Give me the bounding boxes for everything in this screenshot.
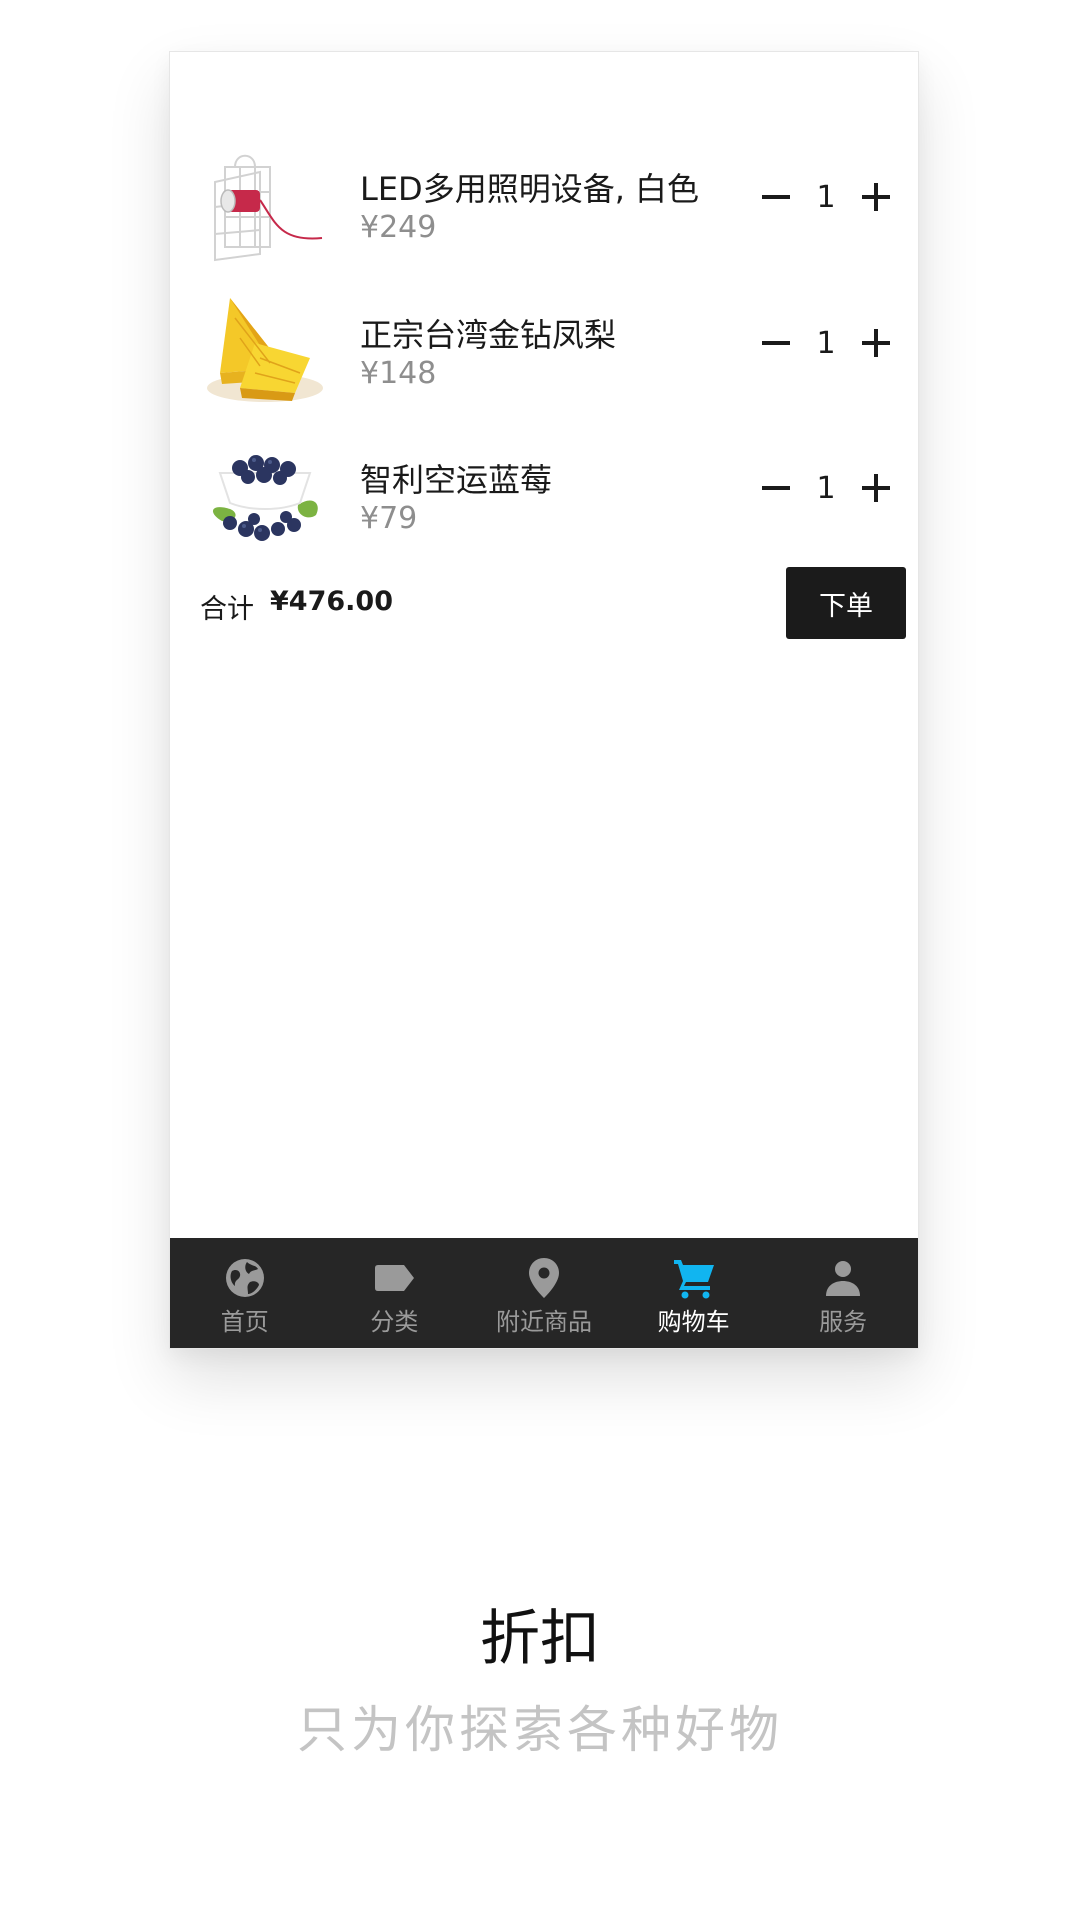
person-icon [821,1256,865,1300]
item-price: ¥79 [360,501,418,536]
item-price: ¥249 [360,210,437,245]
promo-subtitle: 只为你探索各种好物 [297,1701,783,1759]
location-pin-icon [522,1256,566,1300]
total-label: 合计 [200,594,254,625]
total-row: 合计 ¥476.00 下单 [170,567,918,641]
globe-icon [223,1256,267,1300]
blueberry-image [200,433,330,563]
item-name: 正宗台湾金钻凤梨 [360,316,617,354]
tab-service[interactable]: 服务 [768,1238,918,1348]
tab-label: 分类 [370,1308,419,1336]
place-order-button[interactable]: 下单 [786,567,906,639]
phone-screen: LED多用照明设备, 白色 ¥249 1 正宗台湾金钻凤梨 ¥148 1 智利空… [169,51,919,1349]
quantity-value: 1 [816,471,836,506]
plus-icon [862,474,890,502]
promo-title: 折扣 [480,1604,600,1674]
cart-icon [672,1256,716,1300]
tab-cart[interactable]: 购物车 [619,1238,769,1348]
tag-icon [372,1256,416,1300]
tab-label: 购物车 [657,1308,730,1336]
item-name: 智利空运蓝莓 [360,461,553,499]
tab-label: 服务 [819,1308,868,1336]
increase-quantity-button[interactable] [856,318,896,368]
decrease-quantity-button[interactable] [756,318,796,368]
cart-item: LED多用照明设备, 白色 ¥249 1 [170,142,918,282]
lantern-image [200,142,330,272]
pineapple-image [200,288,330,418]
item-name: LED多用照明设备, 白色 [360,170,700,208]
bottom-tab-bar: 首页 分类 附近商品 购物车 服务 [170,1238,918,1348]
quantity-stepper: 1 [756,172,896,222]
quantity-stepper: 1 [756,463,896,513]
plus-icon [862,329,890,357]
total-amount: ¥476.00 [270,586,393,617]
quantity-stepper: 1 [756,318,896,368]
tab-nearby[interactable]: 附近商品 [469,1238,619,1348]
tab-category[interactable]: 分类 [320,1238,470,1348]
decrease-quantity-button[interactable] [756,463,796,513]
minus-icon [762,486,790,490]
minus-icon [762,341,790,345]
cart-item: 智利空运蓝莓 ¥79 1 [170,433,918,573]
cart-item: 正宗台湾金钻凤梨 ¥148 1 [170,288,918,428]
increase-quantity-button[interactable] [856,172,896,222]
tab-label: 首页 [220,1308,269,1336]
plus-icon [862,183,890,211]
tab-label: 附近商品 [495,1308,592,1336]
minus-icon [762,195,790,199]
item-price: ¥148 [360,356,437,391]
quantity-value: 1 [816,326,836,361]
decrease-quantity-button[interactable] [756,172,796,222]
quantity-value: 1 [816,180,836,215]
increase-quantity-button[interactable] [856,463,896,513]
tab-home[interactable]: 首页 [170,1238,320,1348]
